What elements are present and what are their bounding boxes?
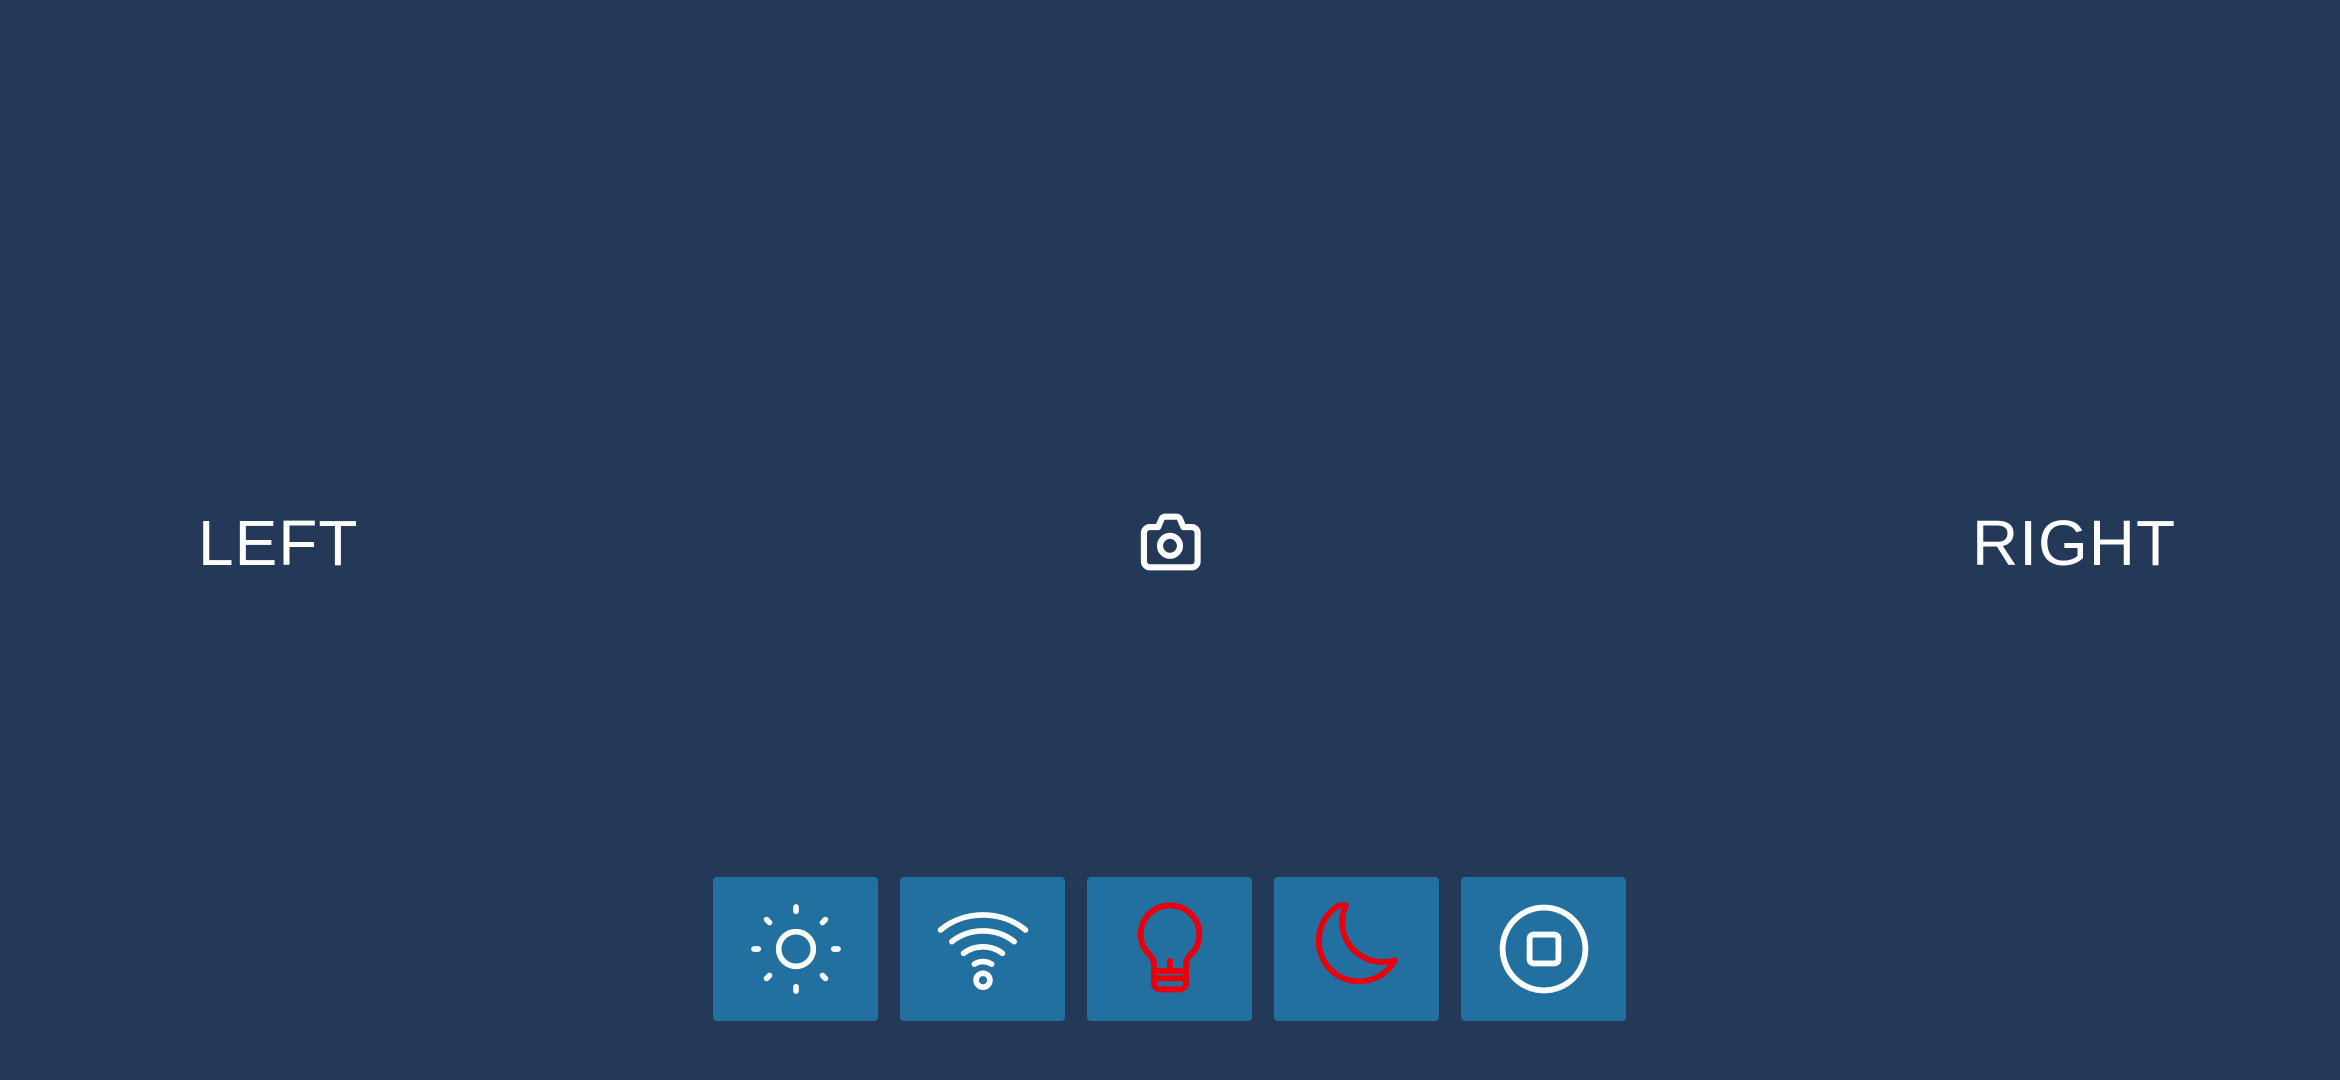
stop-button[interactable] [1461, 877, 1626, 1021]
stop-circle-icon [1490, 895, 1598, 1003]
control-screen: LEFT RIGHT [0, 0, 2340, 1080]
wifi-icon [928, 897, 1038, 1001]
wifi-button[interactable] [900, 877, 1065, 1021]
lightbulb-icon [1115, 890, 1225, 1008]
brightness-button[interactable] [713, 877, 878, 1021]
lightbulb-button[interactable] [1087, 877, 1252, 1021]
brightness-icon [744, 897, 848, 1001]
bottom-toolbar [713, 877, 1626, 1021]
camera-icon [1118, 496, 1222, 588]
night-mode-button[interactable] [1274, 877, 1439, 1021]
camera-button[interactable] [1116, 492, 1224, 592]
moon-icon [1303, 895, 1411, 1003]
right-button[interactable]: RIGHT [1972, 508, 2176, 578]
left-button[interactable]: LEFT [198, 508, 358, 578]
